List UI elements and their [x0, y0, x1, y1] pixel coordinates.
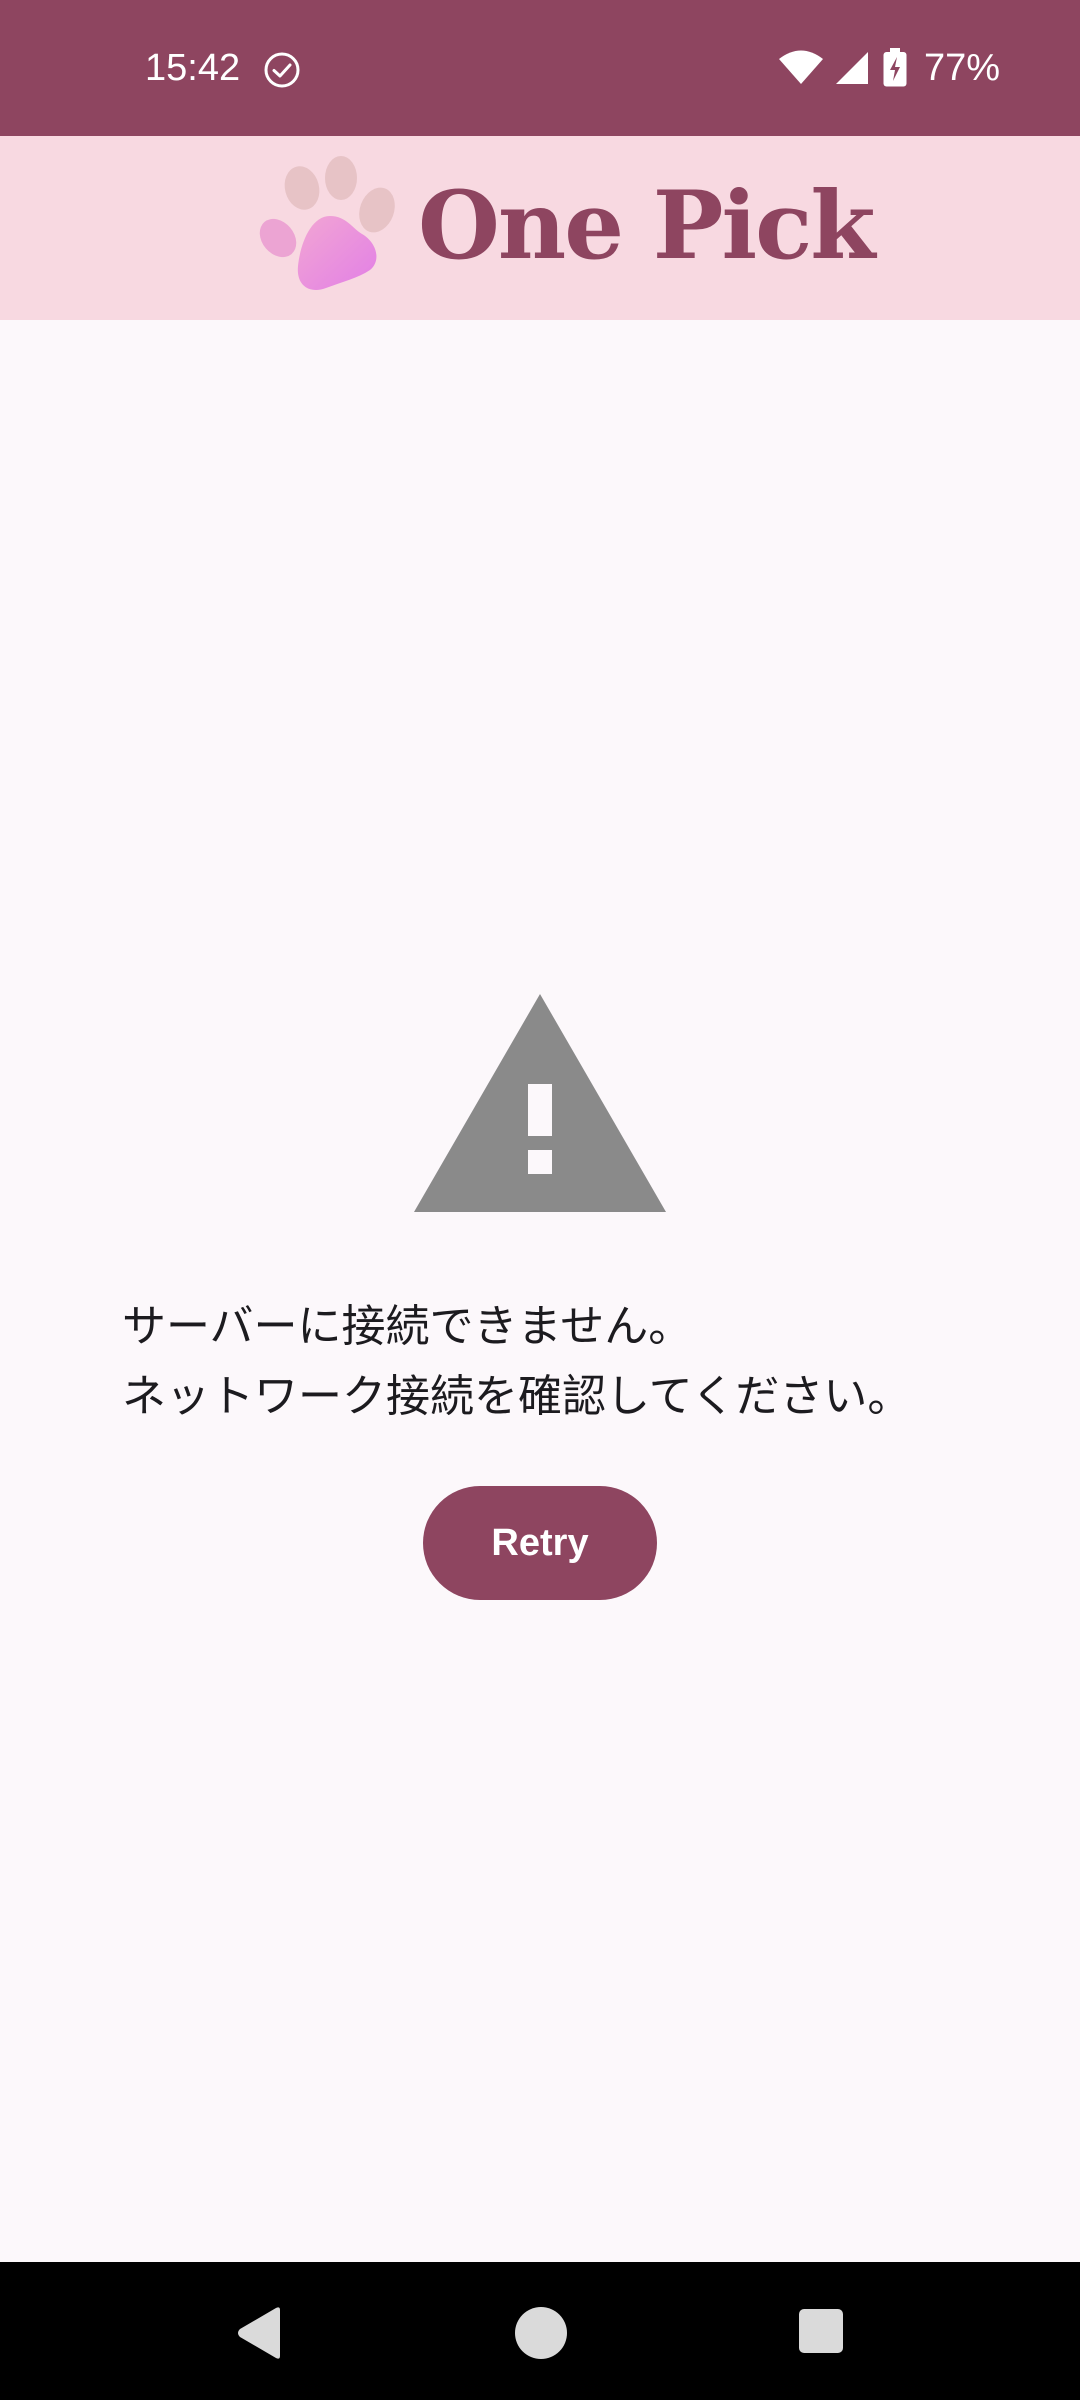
app-header: One Pick: [0, 136, 1080, 320]
back-icon[interactable]: [234, 2306, 284, 2360]
battery-charging-icon: [883, 48, 907, 87]
status-bar: 15:42 77%: [0, 0, 1080, 136]
screen: 15:42 77% One Pick サーバーに接続できません。 ネットワーク接…: [0, 0, 1080, 2400]
warning-icon: [414, 994, 666, 1212]
retry-button[interactable]: Retry: [423, 1486, 657, 1600]
recents-icon[interactable]: [798, 2308, 844, 2354]
error-message-line-2: ネットワーク接続を確認してください。: [122, 1371, 912, 1422]
paw-icon: [259, 156, 395, 290]
home-icon[interactable]: [514, 2306, 568, 2360]
status-icons: 77%: [778, 44, 1000, 92]
battery-percent: 77%: [923, 47, 1000, 89]
wifi-icon: [778, 50, 823, 84]
error-message: サーバーに接続できません。 ネットワーク接続を確認してください。: [122, 1292, 1002, 1432]
cellular-signal-icon: [835, 52, 868, 84]
app-title: One Pick: [418, 171, 876, 281]
check-circle-icon: [264, 52, 300, 88]
error-message-line-1: サーバーに接続できません。: [122, 1301, 693, 1352]
status-time: 15:42: [145, 47, 241, 89]
navigation-bar: [0, 2262, 1080, 2400]
